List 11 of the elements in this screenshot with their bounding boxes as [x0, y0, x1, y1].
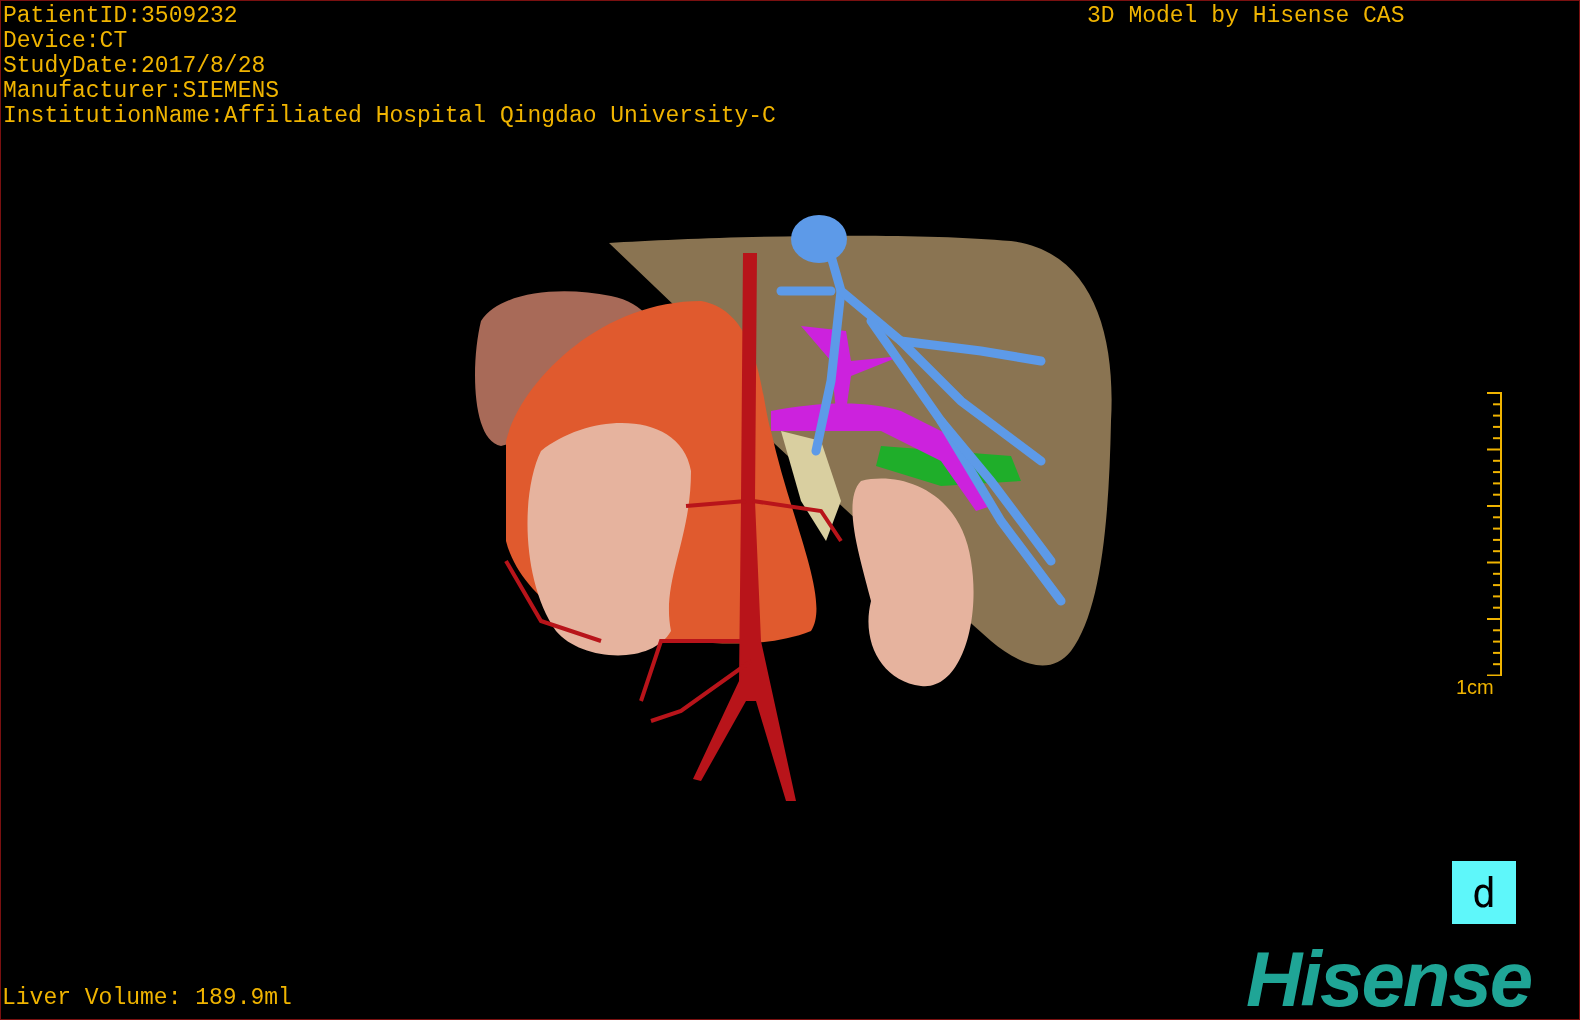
patient-info-text: PatientID:3509232 — [3, 4, 239, 29]
orientation-marker: d — [1452, 861, 1516, 924]
patient-info-text: Device:CT — [3, 29, 129, 54]
model-credit-text: 3D Model by Hisense CAS — [1087, 4, 1405, 29]
scale-ruler-icon — [1485, 392, 1505, 676]
scale-label: 1cm — [1456, 676, 1494, 699]
logo-text: Hisense — [1246, 939, 1532, 1019]
patient-info-text: InstitutionName:Affiliated Hospital Qingdao University-C — [3, 104, 776, 129]
liver-volume-text: Liver Volume: 189.9ml — [2, 986, 292, 1011]
patient-info-text: StudyDate:2017/8/28 — [3, 54, 267, 79]
patient-info-text: Manufacturer:SIEMENS — [3, 79, 281, 104]
